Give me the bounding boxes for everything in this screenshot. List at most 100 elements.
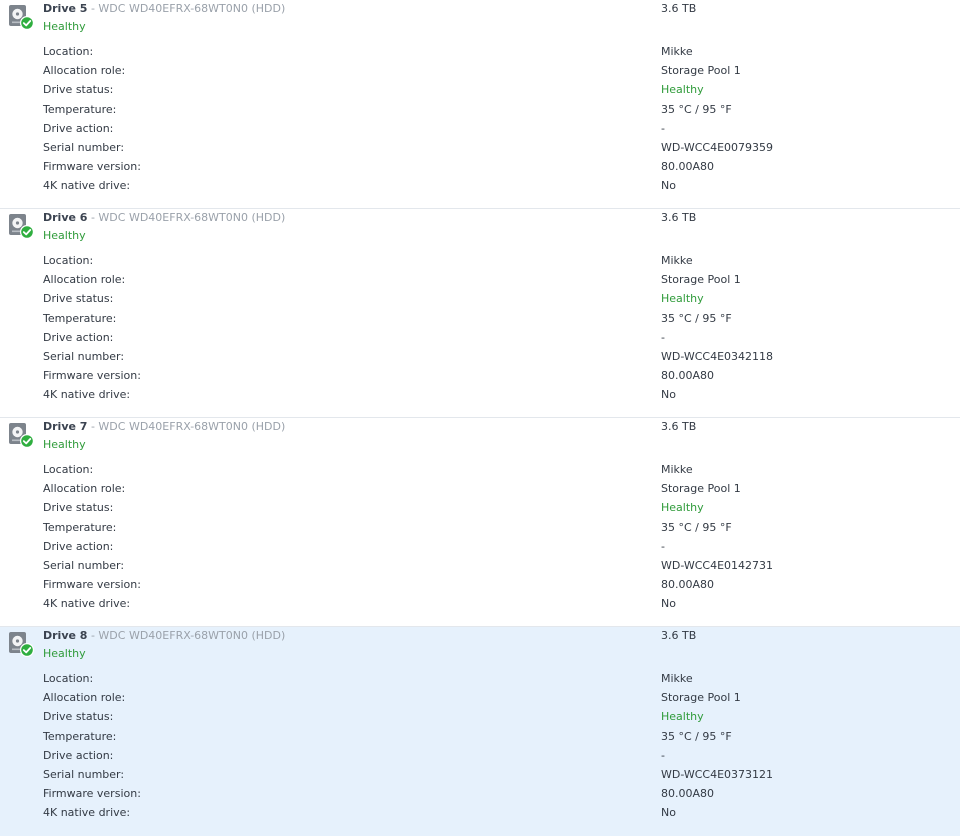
detail-value: 80.00A80 [661, 578, 715, 592]
detail-label: Drive action: [43, 539, 114, 553]
detail-value: 80.00A80 [661, 160, 715, 174]
detail-row: 4K native drive: No [0, 385, 960, 404]
detail-label: Location: [43, 672, 94, 685]
detail-row: Location: Mikke [0, 42, 960, 61]
drive-capacity: 3.6 TB [661, 629, 697, 642]
detail-value: WD-WCC4E0342118 [661, 349, 774, 363]
drive-title-separator: - [87, 629, 99, 642]
detail-value: Storage Pool 1 [661, 691, 741, 705]
detail-value: Mikke [661, 45, 693, 58]
drive-item-drive-8[interactable]: Drive 8 - WDC WD40EFRX-68WT0N0 (HDD) Hea… [0, 627, 960, 836]
detail-row: 4K native drive: No [0, 176, 960, 195]
detail-row: Drive status: Healthy [0, 80, 960, 99]
detail-value: - [661, 748, 665, 762]
drive-list: Drive 5 - WDC WD40EFRX-68WT0N0 (HDD) Hea… [0, 0, 960, 836]
drive-model: WDC WD40EFRX-68WT0N0 (HDD) [98, 2, 286, 15]
detail-value: Mikke [661, 254, 693, 267]
detail-label: Temperature: [43, 729, 117, 743]
detail-row: Temperature: 35 °C / 95 °F [0, 727, 960, 746]
drive-title: Drive 7 - WDC WD40EFRX-68WT0N0 (HDD) [43, 419, 285, 434]
detail-label: Location: [43, 463, 94, 476]
detail-label: Drive status: [43, 710, 114, 724]
drive-title-separator: - [87, 2, 99, 15]
detail-label: Serial number: [43, 558, 125, 572]
drive-name: Drive 8 [43, 629, 88, 642]
detail-row: Temperature: 35 °C / 95 °F [0, 518, 960, 537]
detail-value: WD-WCC4E0373121 [661, 767, 774, 781]
detail-value: 80.00A80 [661, 369, 715, 383]
drive-health-status: Healthy [43, 438, 86, 451]
detail-row: Temperature: 35 °C / 95 °F [0, 309, 960, 328]
drive-details: Location: Mikke Allocation role: Storage Po… [0, 669, 960, 823]
detail-row: Serial number: WD-WCC4E0373121 [0, 765, 960, 784]
detail-row: Drive status: Healthy [0, 707, 960, 726]
detail-value: 35 °C / 95 °F [661, 729, 732, 743]
detail-label: 4K native drive: [43, 597, 131, 611]
detail-row: Serial number: WD-WCC4E0142731 [0, 556, 960, 575]
detail-value: WD-WCC4E0079359 [661, 140, 774, 154]
drive-details: Location: Mikke Allocation role: Storage Po… [0, 460, 960, 614]
drive-capacity: 3.6 TB [661, 420, 697, 433]
detail-value: Storage Pool 1 [661, 482, 741, 496]
detail-value: No [661, 388, 676, 402]
drive-title-separator: - [87, 420, 99, 433]
detail-value: 35 °C / 95 °F [661, 102, 732, 116]
check-circle-icon [20, 16, 35, 31]
drive-details: Location: Mikke Allocation role: Storage Po… [0, 251, 960, 405]
detail-row: 4K native drive: No [0, 803, 960, 822]
drive-model: WDC WD40EFRX-68WT0N0 (HDD) [98, 629, 286, 642]
detail-row: Drive status: Healthy [0, 498, 960, 517]
detail-label: 4K native drive: [43, 806, 131, 820]
detail-row: Location: Mikke [0, 669, 960, 688]
drive-details: Location: Mikke Allocation role: Storage Po… [0, 42, 960, 196]
check-circle-icon [20, 434, 35, 449]
drive-model: WDC WD40EFRX-68WT0N0 (HDD) [98, 420, 286, 433]
check-circle-icon [20, 225, 35, 240]
detail-row: Allocation role: Storage Pool 1 [0, 61, 960, 80]
drive-capacity: 3.6 TB [661, 211, 697, 224]
detail-label: Drive action: [43, 121, 114, 135]
detail-row: Drive action: - [0, 746, 960, 765]
drive-item-drive-5[interactable]: Drive 5 - WDC WD40EFRX-68WT0N0 (HDD) Hea… [0, 0, 960, 209]
detail-row: Serial number: WD-WCC4E0342118 [0, 347, 960, 366]
drive-item-drive-6[interactable]: Drive 6 - WDC WD40EFRX-68WT0N0 (HDD) Hea… [0, 209, 960, 418]
detail-label: Temperature: [43, 520, 117, 534]
detail-label: Serial number: [43, 767, 125, 781]
detail-row: Firmware version: 80.00A80 [0, 157, 960, 176]
drive-health-status: Healthy [43, 20, 86, 33]
detail-row: Temperature: 35 °C / 95 °F [0, 100, 960, 119]
detail-value: No [661, 597, 676, 611]
detail-label: Location: [43, 254, 94, 267]
detail-label: Temperature: [43, 102, 117, 116]
drive-item-drive-7[interactable]: Drive 7 - WDC WD40EFRX-68WT0N0 (HDD) Hea… [0, 418, 960, 627]
detail-row: Drive action: - [0, 328, 960, 347]
detail-value: Mikke [661, 672, 693, 685]
hdd-icon [8, 4, 35, 31]
drive-name: Drive 5 [43, 2, 88, 15]
detail-row: Firmware version: 80.00A80 [0, 575, 960, 594]
detail-value: Mikke [661, 463, 693, 476]
detail-label: Drive action: [43, 748, 114, 762]
detail-label: Firmware version: [43, 160, 141, 174]
detail-value: Healthy [661, 83, 704, 97]
detail-row: Location: Mikke [0, 460, 960, 479]
detail-row: Drive action: - [0, 537, 960, 556]
detail-value: Healthy [661, 710, 704, 724]
drive-title: Drive 5 - WDC WD40EFRX-68WT0N0 (HDD) [43, 1, 285, 16]
detail-row: Allocation role: Storage Pool 1 [0, 479, 960, 498]
detail-label: Allocation role: [43, 273, 126, 287]
detail-value: Storage Pool 1 [661, 64, 741, 78]
detail-label: Firmware version: [43, 787, 141, 801]
detail-label: Drive status: [43, 501, 114, 515]
hdd-icon [8, 631, 35, 658]
drive-health-status: Healthy [43, 229, 86, 242]
detail-label: Allocation role: [43, 691, 126, 705]
hdd-icon [8, 213, 35, 240]
detail-label: Allocation role: [43, 64, 126, 78]
detail-label: Drive status: [43, 292, 114, 306]
detail-label: Allocation role: [43, 482, 126, 496]
detail-label: Firmware version: [43, 369, 141, 383]
hdd-icon [8, 422, 35, 449]
drive-name: Drive 6 [43, 211, 88, 224]
detail-label: Location: [43, 45, 94, 58]
